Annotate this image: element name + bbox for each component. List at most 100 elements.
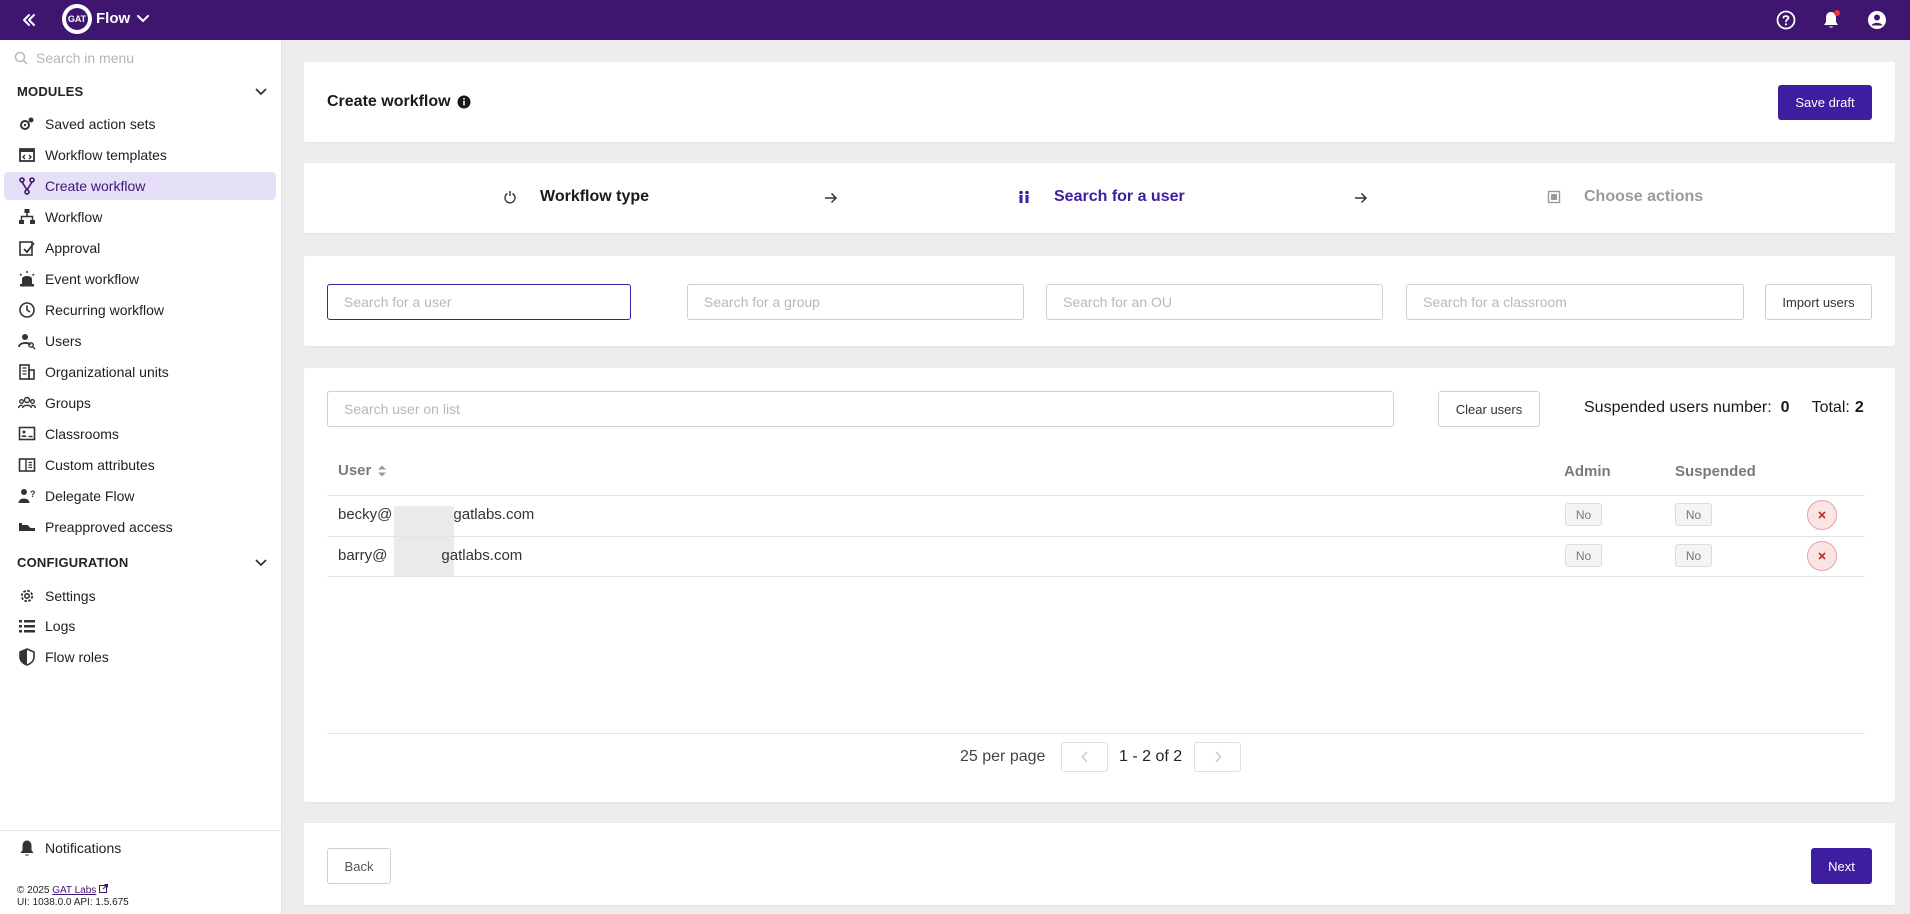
search-card: Import users [304,256,1895,346]
hierarchy-icon [18,208,36,226]
table-header-divider [327,495,1865,496]
sidebar-item-label: Approval [45,240,101,256]
attributes-icon [18,456,36,474]
sidebar-item-label: Saved action sets [45,116,156,132]
app-switcher-chevron[interactable] [134,9,152,29]
sidebar-divider [0,830,282,831]
sidebar-item-custom-attributes[interactable]: Custom attributes [4,451,276,479]
step-label: Search for a user [1054,188,1185,205]
sidebar-item-label: Workflow [45,209,103,225]
email-suffix: gatlabs.com [453,506,535,523]
sidebar-item-users[interactable]: Users [4,327,276,355]
menu-search[interactable] [14,46,274,70]
table-row-divider [327,536,1865,537]
back-button[interactable]: Back [327,848,391,884]
shield-icon [18,648,36,666]
close-icon [1818,511,1826,519]
search-classroom-input[interactable] [1406,284,1744,320]
stepper-card: Workflow type Search for a user Choose a… [304,163,1895,233]
info-icon[interactable] [457,95,471,109]
sidebar-item-label: Event workflow [45,271,140,287]
suspended-users-label: Suspended users number: [1584,399,1772,416]
app-logo[interactable]: GAT [62,4,92,34]
user-email: barry@ gatlabs.com [338,547,522,564]
collapse-sidebar-button[interactable] [16,7,42,33]
list-summary: Suspended users number: 0 Total: 2 [1584,399,1864,417]
footer-info: © 2025 GAT Labs UI: 1038.0.0 API: 1.5.67… [17,884,129,909]
sidebar-item-saved-action-sets[interactable]: Saved action sets [4,110,276,138]
search-ou-input[interactable] [1046,284,1383,320]
sidebar-item-logs[interactable]: Logs [4,612,276,640]
next-button[interactable]: Next [1811,848,1872,884]
sidebar-item-groups[interactable]: Groups [4,389,276,417]
page-title: Create workflow [327,93,451,110]
sidebar-item-workflow-templates[interactable]: Workflow templates [4,141,276,169]
sidebar-item-approval[interactable]: Approval [4,234,276,262]
clear-users-button[interactable]: Clear users [1438,391,1540,427]
modules-section-header[interactable]: MODULES [17,84,267,99]
chevron-left-icon [1080,751,1088,763]
actions-icon [1544,187,1564,207]
account-button[interactable] [1863,6,1891,34]
suspended-badge: No [1675,503,1712,526]
step-search-for-a-user[interactable]: Search for a user [1014,187,1185,207]
help-icon [1776,10,1796,30]
suspended-badge: No [1675,544,1712,567]
sidebar-item-label: Organizational units [45,364,169,380]
gat-labs-link[interactable]: GAT Labs [52,885,96,896]
delegate-icon: ? [18,487,36,505]
admin-badge: No [1565,503,1602,526]
sidebar-item-preapproved-access[interactable]: Preapproved access [4,513,276,541]
table-row-divider [327,576,1865,577]
sidebar-item-settings[interactable]: Settings [4,582,276,610]
column-header-admin: Admin [1564,463,1611,480]
sidebar-item-organizational-units[interactable]: Organizational units [4,358,276,386]
arrow-right-icon [825,192,838,204]
remove-user-button[interactable] [1807,541,1837,571]
version-text: UI: 1038.0.0 API: 1.5.675 [17,897,129,908]
notifications-button[interactable] [1817,6,1845,34]
sidebar-item-recurring-workflow[interactable]: Recurring workflow [4,296,276,324]
sidebar-item-flow-roles[interactable]: Flow roles [4,643,276,671]
configuration-section-header[interactable]: CONFIGURATION [17,555,267,570]
sidebar-item-label: Users [45,333,82,349]
power-icon [500,187,520,207]
modules-title: MODULES [17,84,84,99]
search-group-input[interactable] [687,284,1024,320]
remove-user-button[interactable] [1807,500,1837,530]
footer-nav-card: Back Next [304,823,1895,905]
step-workflow-type[interactable]: Workflow type [500,187,649,207]
external-link-icon [99,884,109,893]
people-icon [1014,187,1034,207]
menu-search-input[interactable] [36,50,256,66]
page-range: 1 - 2 of 2 [1119,748,1183,765]
search-user-input[interactable] [327,284,631,320]
double-chevron-left-icon [23,14,35,26]
sidebar-item-notifications[interactable]: Notifications [4,834,276,862]
chevron-right-icon [1214,751,1222,763]
fork-icon [18,177,36,195]
sidebar-item-label: Logs [45,618,76,634]
sidebar-item-workflow[interactable]: Workflow [4,203,276,231]
search-user-on-list-input[interactable] [327,391,1394,427]
step-label: Choose actions [1584,188,1704,205]
sidebar-item-create-workflow[interactable]: Create workflow [4,172,276,200]
save-draft-button[interactable]: Save draft [1778,85,1872,120]
previous-page-button[interactable] [1061,742,1108,772]
sidebar-item-label: Delegate Flow [45,488,135,504]
sidebar-item-label: Settings [45,588,96,604]
chevron-down-icon [255,87,267,95]
import-users-button[interactable]: Import users [1765,284,1872,320]
next-page-button[interactable] [1194,742,1241,772]
groups-icon [18,394,36,412]
account-circle-icon [1868,11,1886,29]
sidebar-item-classrooms[interactable]: Classrooms [4,420,276,448]
sidebar-item-event-workflow[interactable]: Event workflow [4,265,276,293]
sidebar-item-label: Workflow templates [45,147,167,163]
app-name[interactable]: Flow [96,10,130,27]
per-page-select[interactable]: 25 per page [960,748,1045,766]
help-button[interactable] [1772,6,1800,34]
sidebar-item-delegate-flow[interactable]: ? Delegate Flow [4,482,276,510]
column-header-user[interactable]: User [338,462,387,479]
step-choose-actions[interactable]: Choose actions [1544,187,1703,207]
